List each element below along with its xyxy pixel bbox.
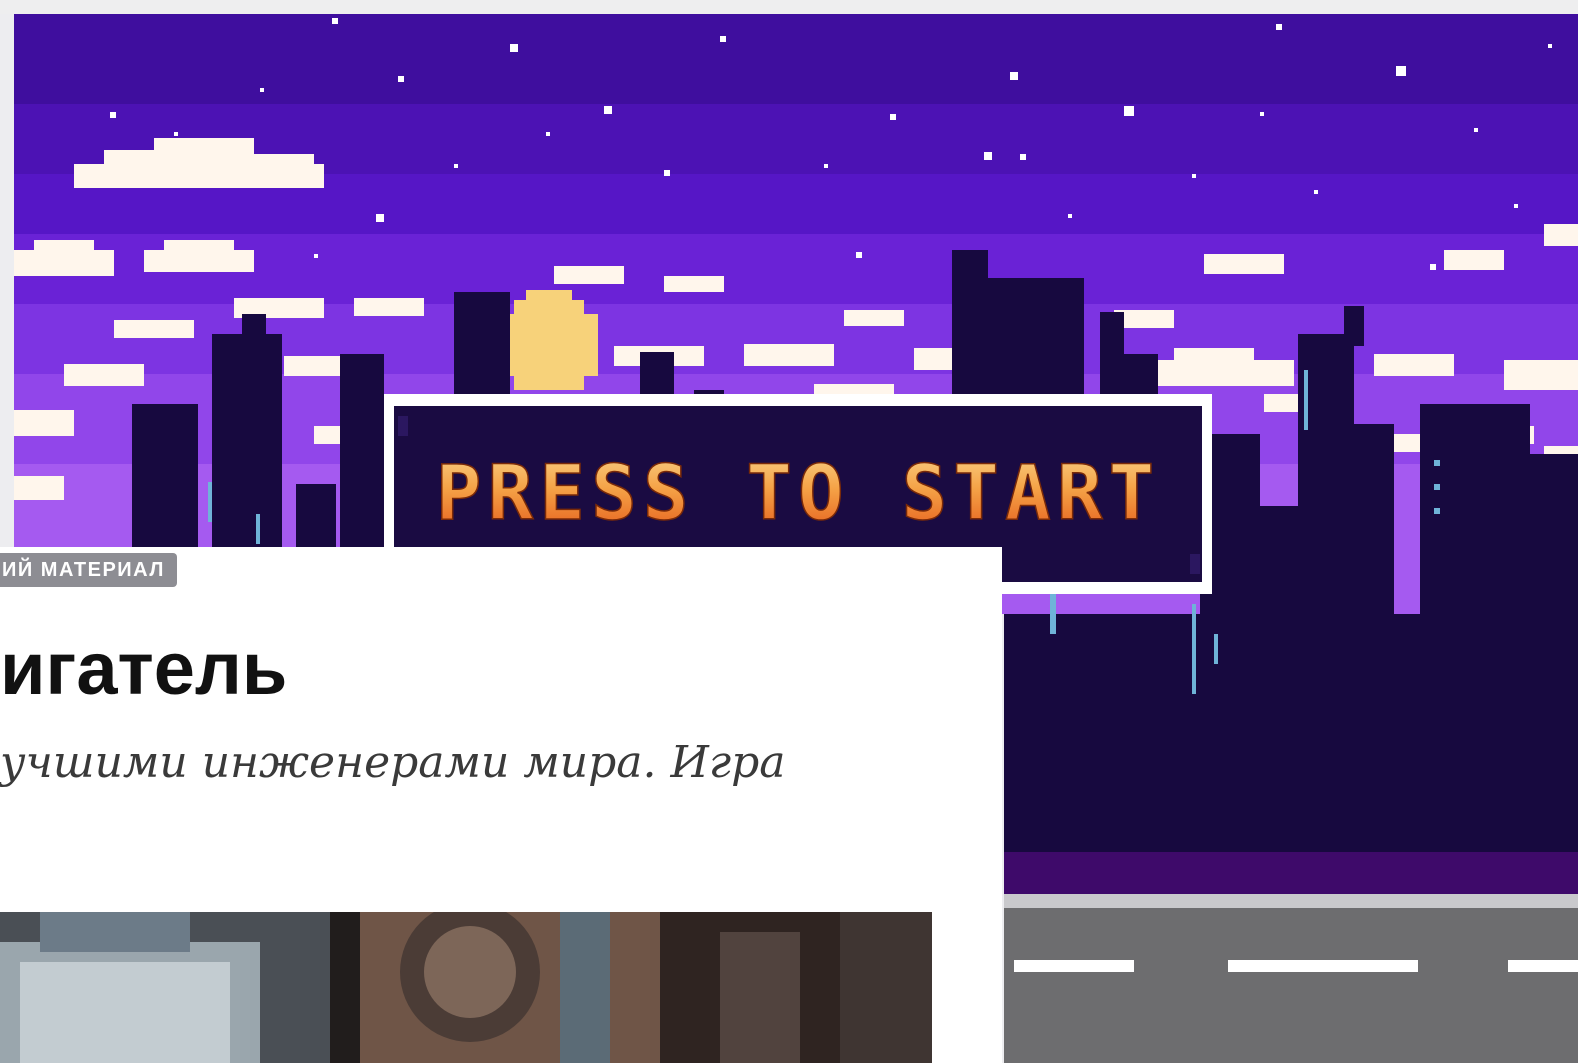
banner-text: PRESS TO START [436, 448, 1161, 537]
article-photo[interactable] [0, 912, 932, 1063]
article-card[interactable]: ИЙ МАТЕРИАЛ игатель учшими инженерами ми… [0, 547, 1002, 1063]
moon [502, 290, 598, 390]
sidewalk [1004, 894, 1578, 908]
article-lead: учшими инженерами мира. Игра [0, 737, 786, 788]
sponsored-badge: ИЙ МАТЕРИАЛ [0, 553, 177, 587]
road [1004, 908, 1578, 1063]
article-headline[interactable]: игатель [0, 619, 287, 719]
browser-top-strip [0, 0, 1578, 14]
sky-band [14, 14, 1578, 104]
page: PRESS TO START ИЙ МАТЕРИАЛ игатель учшим… [0, 0, 1578, 1063]
photo-image [0, 912, 932, 1063]
